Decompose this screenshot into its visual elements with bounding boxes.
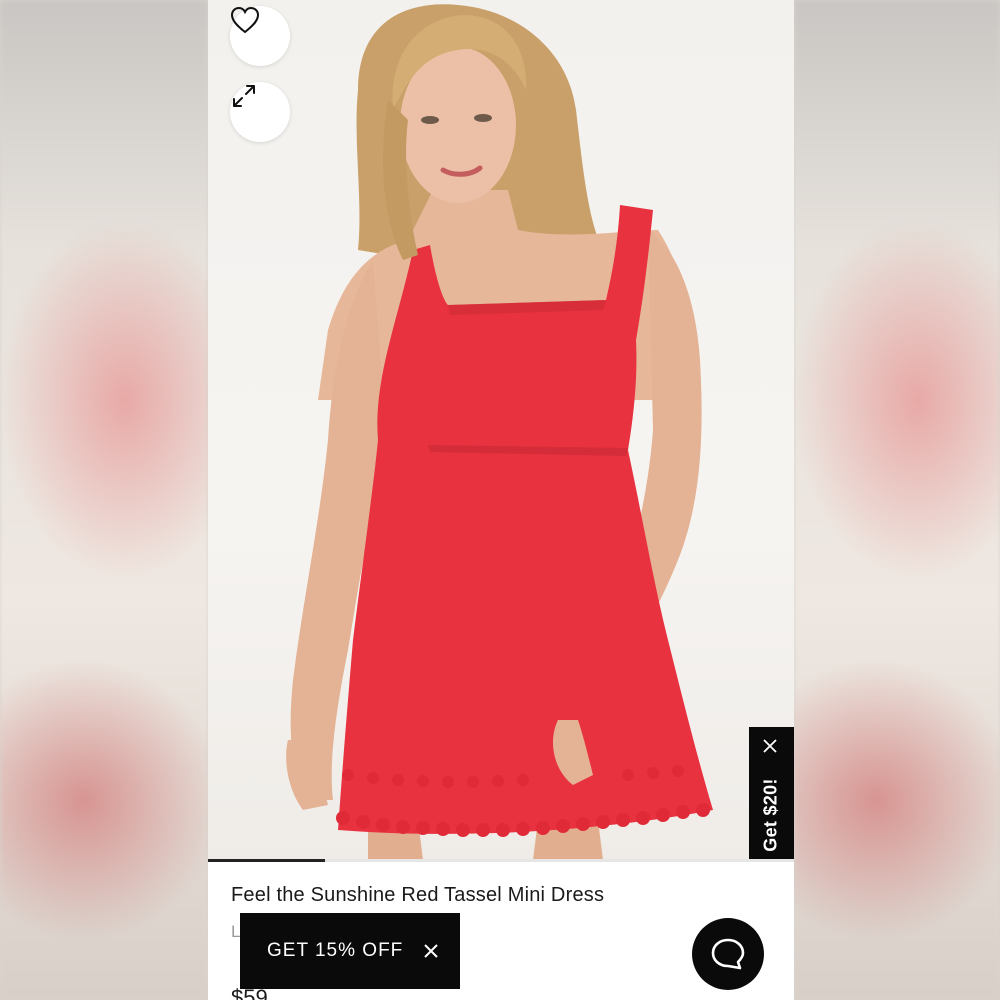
discount-promo-label: GET 15% OFF — [267, 940, 404, 961]
blurred-background-right — [794, 0, 1000, 1000]
wishlist-button[interactable] — [230, 6, 290, 66]
get-20-label: Get $20! — [760, 778, 781, 852]
close-icon[interactable] — [763, 739, 779, 755]
product-page: Get $20! Feel the Sunshine Red Tassel Mi… — [208, 0, 794, 1000]
get-20-promo-tab[interactable]: Get $20! — [749, 727, 794, 860]
chat-bubble-icon — [711, 938, 745, 970]
heart-icon — [230, 6, 260, 34]
close-icon[interactable] — [421, 941, 441, 961]
product-image[interactable]: Get $20! — [208, 0, 794, 860]
product-title: Feel the Sunshine Red Tassel Mini Dress — [231, 884, 605, 906]
expand-image-button[interactable] — [230, 82, 290, 142]
blurred-background-left — [0, 0, 208, 1000]
discount-promo-bar[interactable]: GET 15% OFF — [240, 913, 460, 989]
expand-icon — [233, 85, 255, 107]
chat-button[interactable] — [692, 918, 764, 990]
image-carousel-progress — [208, 859, 794, 862]
product-photo-illustration — [286, 4, 713, 860]
carousel-progress-fill — [208, 859, 326, 862]
